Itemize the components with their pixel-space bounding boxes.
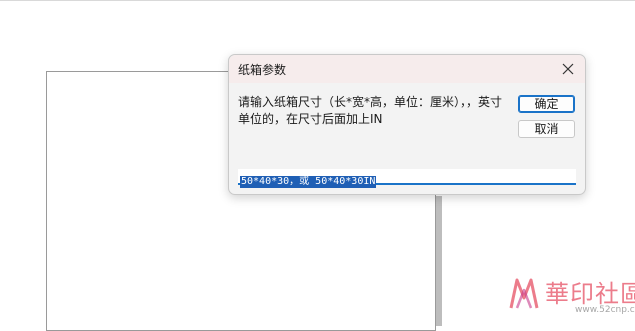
dimension-input-value: 50*40*30，或 50*40*30IN	[240, 176, 377, 188]
dimension-input[interactable]: 50*40*30，或 50*40*30IN	[238, 169, 576, 188]
watermark-text: 華印社區	[545, 280, 635, 308]
ok-button[interactable]: 确定	[518, 95, 575, 113]
close-icon[interactable]	[557, 58, 579, 80]
prompt-text: 请输入纸箱尺寸（长*宽*高，单位：厘米），，英寸单位的，在尺寸后面加上IN	[238, 95, 503, 126]
watermark-url: www.52cnp.com	[575, 305, 635, 315]
paper-shadow	[436, 196, 442, 326]
dialog-titlebar: 纸箱参数	[229, 55, 585, 83]
top-divider	[0, 0, 635, 1]
cancel-button[interactable]: 取消	[518, 120, 575, 138]
watermark-logo-icon	[509, 278, 539, 309]
carton-params-dialog: 纸箱参数 请输入纸箱尺寸（长*宽*高，单位：厘米），，英寸单位的，在尺寸后面加上…	[228, 54, 586, 195]
watermark: 華印社區 www.52cnp.com	[507, 274, 635, 317]
dialog-title: 纸箱参数	[238, 63, 287, 77]
